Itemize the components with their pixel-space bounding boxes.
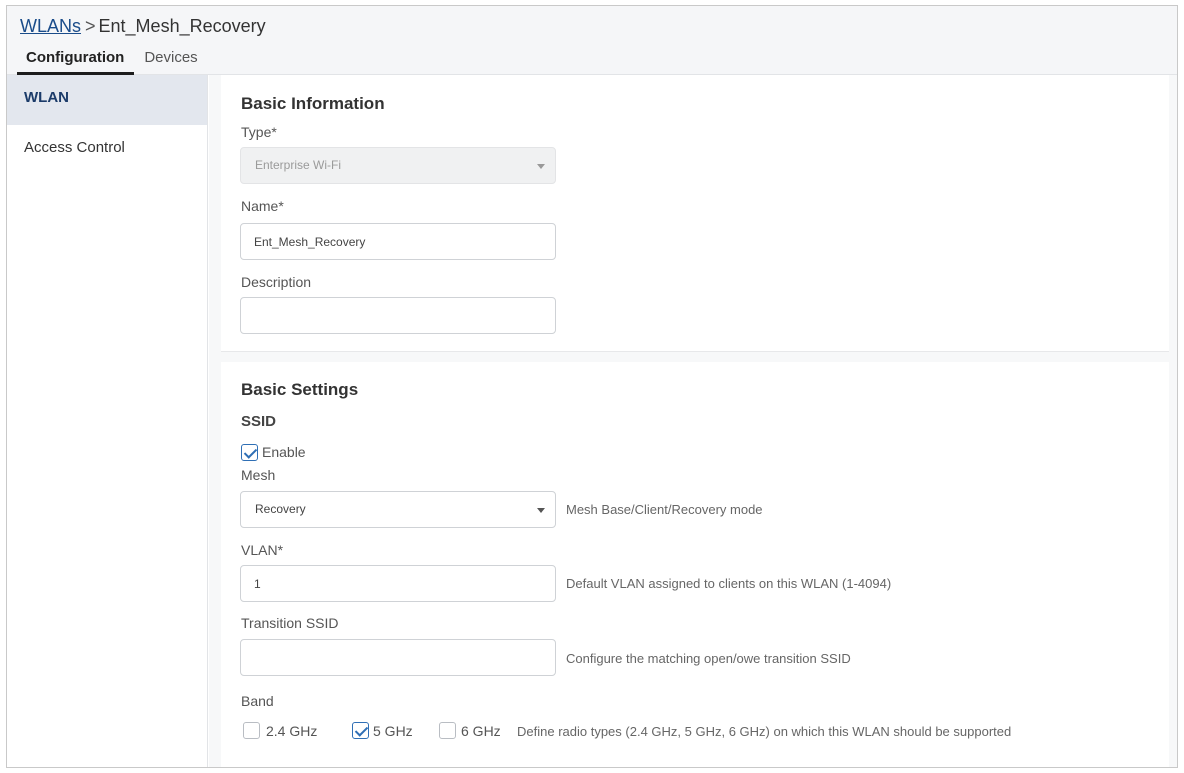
tab-devices[interactable]: Devices [134, 46, 207, 75]
enable-ssid-checkbox[interactable] [241, 444, 258, 461]
mesh-label: Mesh [241, 467, 276, 483]
chevron-down-icon [537, 508, 545, 513]
sidebar-item-wlan[interactable]: WLAN [7, 75, 207, 125]
band-2-4ghz-checkbox[interactable] [243, 722, 260, 739]
vlan-input[interactable] [240, 565, 556, 602]
tab-bar: Configuration Devices [17, 46, 208, 75]
sidebar-item-access-control[interactable]: Access Control [7, 125, 207, 175]
band-6ghz-checkbox[interactable] [439, 722, 456, 739]
description-label: Description [241, 274, 312, 290]
band-6ghz-label: 6 GHz [461, 723, 501, 739]
type-label: Type* [241, 124, 277, 140]
vlan-label: VLAN* [241, 542, 284, 558]
band-hint: Define radio types (2.4 GHz, 5 GHz, 6 GH… [517, 724, 1012, 739]
name-input[interactable] [240, 223, 556, 260]
mesh-select[interactable]: Recovery [240, 491, 556, 528]
type-select: Enterprise Wi-Fi [240, 147, 556, 184]
mesh-select-value: Recovery [255, 502, 306, 516]
type-select-value: Enterprise Wi-Fi [255, 158, 342, 172]
transition-ssid-hint: Configure the matching open/owe transiti… [566, 651, 851, 666]
breadcrumb-link-wlans[interactable]: WLANs [20, 16, 81, 36]
wlan-config-window: WLANs > Ent_Mesh_Recovery Configuration De… [6, 5, 1178, 768]
breadcrumb-current: Ent_Mesh_Recovery [98, 16, 266, 36]
description-input[interactable] [240, 297, 556, 334]
basic-information-panel: Basic Information Type* Enterprise Wi-Fi… [221, 75, 1169, 352]
sidebar: WLAN Access Control [7, 75, 208, 767]
band-5ghz-label: 5 GHz [373, 723, 413, 739]
band-5ghz-checkbox[interactable] [352, 722, 369, 739]
mesh-hint: Mesh Base/Client/Recovery mode [566, 502, 763, 517]
basic-information-title: Basic Information [241, 94, 385, 113]
basic-settings-panel: Basic Settings SSID Enable Mesh Recovery… [221, 362, 1169, 767]
page-header: WLANs > Ent_Mesh_Recovery Configuration De… [7, 6, 1177, 75]
tab-configuration[interactable]: Configuration [17, 46, 135, 75]
chevron-down-icon [537, 164, 545, 169]
vlan-hint: Default VLAN assigned to clients on this… [566, 576, 892, 591]
breadcrumb-separator: > [85, 16, 96, 36]
band-label: Band [241, 693, 274, 709]
transition-ssid-label: Transition SSID [241, 615, 339, 631]
band-2-4ghz-label: 2.4 GHz [266, 723, 318, 739]
ssid-heading: SSID [241, 413, 277, 430]
name-label: Name* [241, 198, 284, 214]
transition-ssid-input[interactable] [240, 639, 556, 676]
enable-ssid-label: Enable [262, 444, 306, 460]
breadcrumb: WLANs > Ent_Mesh_Recovery [20, 16, 266, 37]
main-content: Basic Information Type* Enterprise Wi-Fi… [209, 75, 1177, 767]
basic-settings-title: Basic Settings [241, 380, 359, 399]
